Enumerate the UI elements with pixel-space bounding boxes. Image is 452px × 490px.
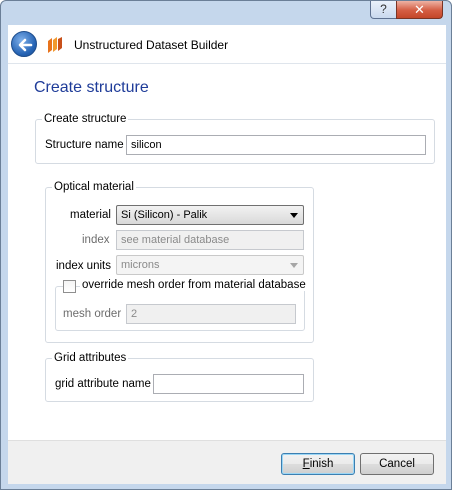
lumerical-logo-icon [45, 35, 65, 55]
material-select-value: Si (Silicon) - Palik [121, 209, 208, 221]
index-units-select-value: microns [121, 259, 160, 271]
structure-name-input[interactable]: silicon [126, 135, 426, 155]
wizard-footer: Finish Cancel [8, 440, 446, 484]
title-bar: ? ✕ [1, 1, 451, 25]
chevron-down-icon [290, 213, 298, 218]
page-title: Create structure [34, 79, 149, 96]
wizard-content: Create structure Create structure Struct… [8, 63, 446, 440]
close-button[interactable]: ✕ [396, 1, 443, 19]
grid-attribute-name-label: grid attribute name [55, 378, 151, 390]
grid-attributes-group: Grid attributes grid attribute name [45, 352, 314, 402]
back-arrow-icon[interactable] [11, 31, 37, 57]
structure-name-label: Structure name [45, 139, 124, 151]
mesh-override-group: override mesh order from material databa… [55, 279, 308, 331]
mesh-order-label: mesh order [63, 308, 122, 320]
optical-material-group-title: Optical material [52, 181, 136, 193]
material-label: material [70, 209, 111, 221]
create-structure-group: Create structure Structure name silicon [35, 113, 435, 164]
override-mesh-order-label[interactable]: override mesh order from material databa… [80, 279, 308, 291]
material-select[interactable]: Si (Silicon) - Palik [116, 205, 304, 225]
finish-button[interactable]: Finish [281, 453, 355, 475]
help-button[interactable]: ? [370, 1, 397, 19]
wizard-window: ? ✕ Unstructured Dataset Builder Create … [0, 0, 452, 490]
index-label: index [82, 234, 110, 246]
grid-attribute-name-input[interactable] [153, 374, 304, 394]
grid-attributes-group-title: Grid attributes [52, 352, 129, 364]
index-units-label: index units [56, 260, 111, 272]
finish-button-label: inish [309, 458, 334, 470]
override-mesh-order-checkbox[interactable] [63, 280, 76, 293]
index-units-select[interactable]: microns [116, 255, 304, 275]
cancel-button[interactable]: Cancel [360, 453, 434, 475]
mesh-order-input[interactable]: 2 [126, 304, 296, 324]
optical-material-group: Optical material material Si (Silicon) -… [45, 181, 314, 343]
chevron-down-icon [290, 263, 298, 268]
index-input[interactable]: see material database [116, 230, 304, 250]
wizard-header: Unstructured Dataset Builder [8, 25, 446, 63]
window-title: Unstructured Dataset Builder [74, 38, 229, 52]
create-structure-group-title: Create structure [42, 113, 129, 125]
finish-mnemonic: F [302, 458, 310, 470]
